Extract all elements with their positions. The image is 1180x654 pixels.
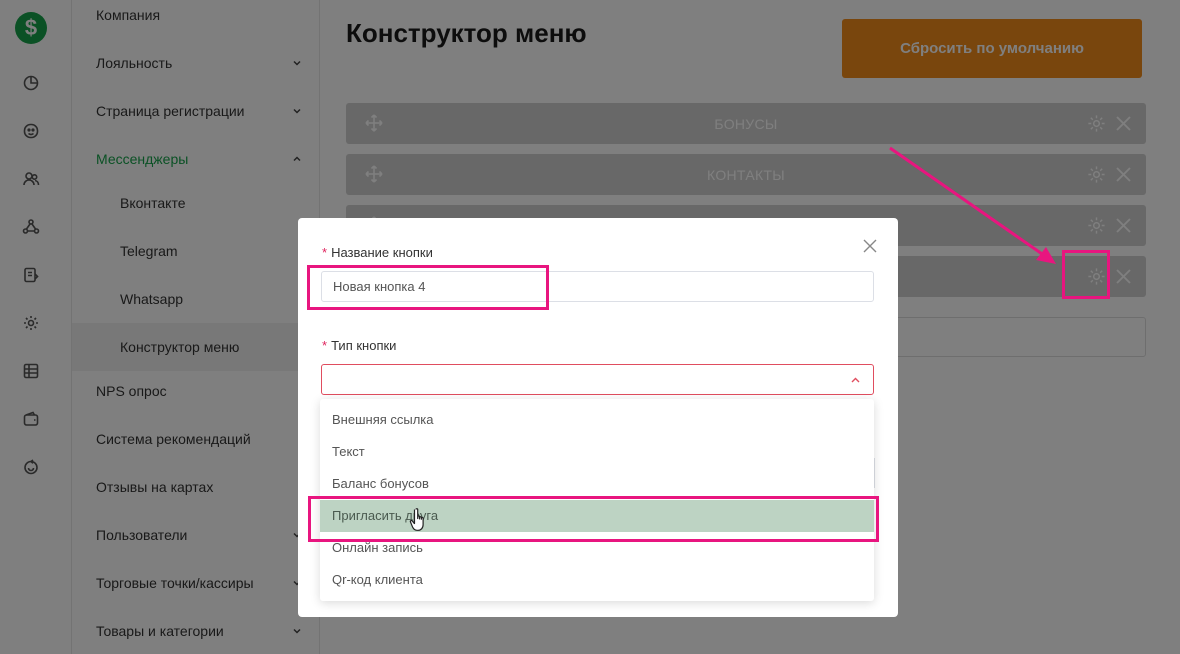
button-type-select[interactable] bbox=[321, 364, 874, 395]
option-client-qr[interactable]: Qr-код клиента bbox=[320, 564, 874, 596]
button-name-label-text: Название кнопки bbox=[331, 245, 433, 260]
option-external-link[interactable]: Внешняя ссылка bbox=[320, 404, 874, 436]
annotation-arrow bbox=[889, 146, 1056, 264]
button-type-label: * Тип кнопки bbox=[322, 338, 396, 353]
highlight-name-input bbox=[307, 265, 549, 310]
option-text[interactable]: Текст bbox=[320, 436, 874, 468]
highlight-invite-option bbox=[308, 496, 879, 542]
close-icon[interactable] bbox=[863, 239, 877, 253]
button-name-label: * Название кнопки bbox=[322, 245, 433, 260]
required-mark: * bbox=[322, 338, 328, 353]
required-mark: * bbox=[322, 245, 328, 260]
chevron-up-icon bbox=[850, 375, 861, 386]
button-type-label-text: Тип кнопки bbox=[331, 338, 397, 353]
